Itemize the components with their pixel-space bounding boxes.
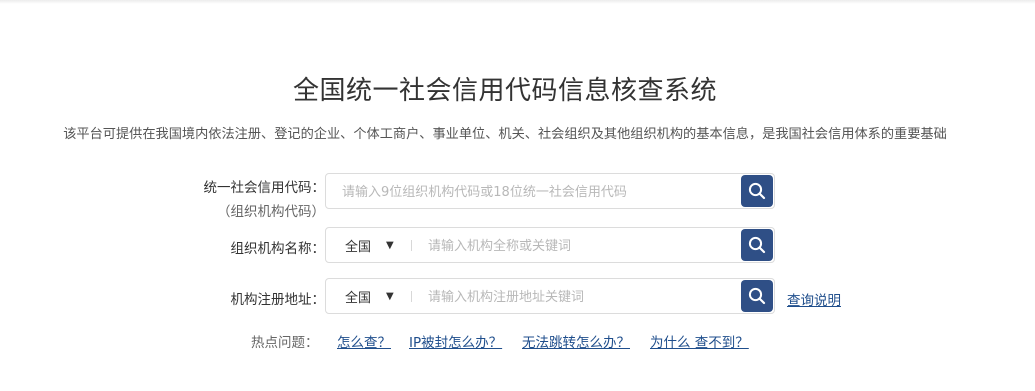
- name-region-value: 全国: [345, 239, 372, 255]
- address-search-label: 机构注册地址：: [230, 292, 326, 308]
- name-search-button[interactable]: [741, 229, 773, 261]
- hot-questions-label: 热点问题：: [251, 335, 319, 351]
- code-search-label: 统一社会信用代码： （组织机构代码）: [204, 176, 326, 220]
- address-region-value: 全国: [345, 290, 372, 306]
- name-region-select[interactable]: 全国 ▼: [334, 228, 412, 262]
- field-divider: [411, 291, 412, 302]
- hot-question-link[interactable]: 无法跳转怎么办？: [522, 331, 630, 351]
- code-search-label-main: 统一社会信用代码：: [203, 180, 326, 196]
- address-search-button[interactable]: [741, 280, 773, 312]
- top-shadow: [0, 0, 1035, 4]
- search-icon: [748, 236, 766, 254]
- search-icon: [748, 287, 766, 305]
- address-search-field: 全国 ▼: [325, 278, 775, 315]
- search-icon: [748, 182, 766, 200]
- caret-down-icon: ▼: [386, 290, 394, 302]
- code-search-field: [325, 173, 775, 210]
- address-search-input[interactable]: [426, 279, 730, 315]
- address-region-select[interactable]: 全国 ▼: [334, 279, 412, 313]
- field-divider: [411, 240, 412, 251]
- name-search-input[interactable]: [426, 228, 730, 264]
- code-search-button[interactable]: [741, 175, 773, 207]
- hot-question-link[interactable]: 为什么 查不到？: [650, 331, 749, 351]
- name-search-field: 全国 ▼: [325, 227, 775, 264]
- page-subtitle: 该平台可提供在我国境内依法注册、登记的企业、个体工商户、事业单位、机关、社会组织…: [63, 127, 947, 142]
- query-help-link[interactable]: 查询说明: [787, 289, 841, 309]
- code-search-input[interactable]: [340, 174, 734, 210]
- code-search-label-sub: （组织机构代码）: [217, 204, 325, 220]
- hot-question-link[interactable]: IP被封怎么办？: [409, 331, 502, 351]
- hot-question-link[interactable]: 怎么查？: [337, 331, 391, 351]
- name-search-label: 组织机构名称：: [230, 241, 326, 257]
- page-title: 全国统一社会信用代码信息核查系统: [292, 76, 717, 106]
- caret-down-icon: ▼: [386, 239, 394, 251]
